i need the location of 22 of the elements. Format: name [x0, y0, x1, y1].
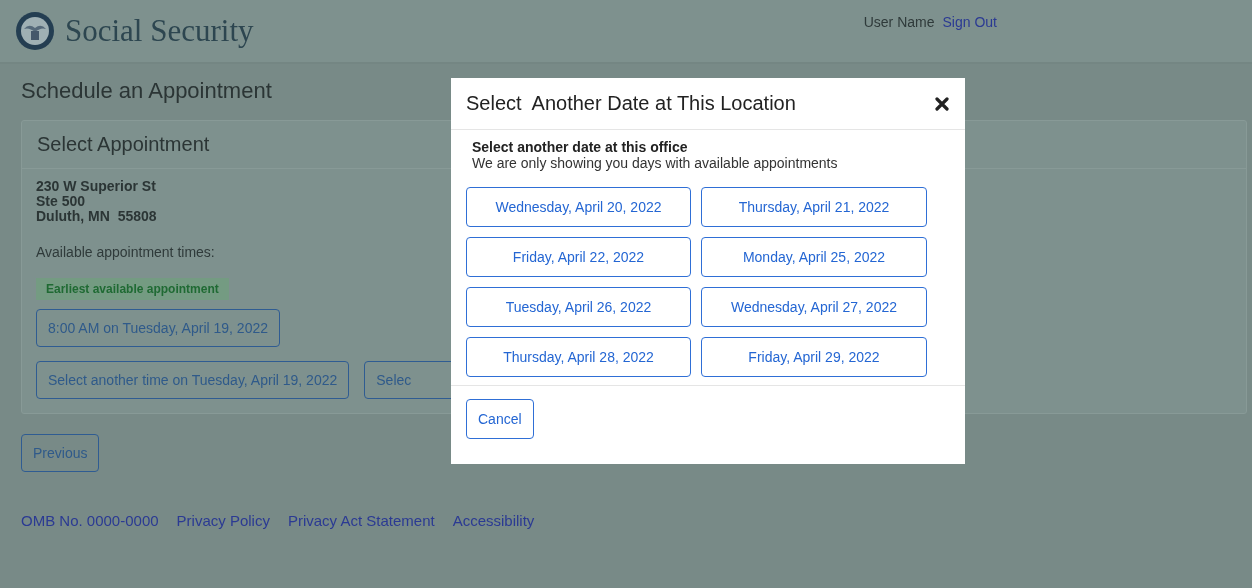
date-button[interactable]: Friday, April 29, 2022 — [701, 337, 927, 377]
dialog-heading: Select another date at this office — [471, 139, 689, 155]
site-title: Social Security — [65, 13, 254, 49]
user-name: User Name — [863, 14, 935, 30]
date-button[interactable]: Friday, April 22, 2022 — [466, 237, 691, 277]
date-button[interactable]: Wednesday, April 27, 2022 — [701, 287, 927, 327]
omb-number: OMB No. 0000-0000 — [21, 512, 159, 529]
dialog-note: We are only showing you days with available appointments — [471, 155, 839, 171]
date-button[interactable]: Monday, April 25, 2022 — [701, 237, 927, 277]
page-title: Schedule an Appointment — [21, 78, 272, 104]
close-icon[interactable] — [935, 96, 949, 111]
date-button[interactable]: Thursday, April 28, 2022 — [466, 337, 691, 377]
earliest-badge: Earliest available appointment — [36, 278, 229, 300]
sign-out-link[interactable]: Sign Out — [942, 14, 997, 30]
date-button[interactable]: Tuesday, April 26, 2022 — [466, 287, 691, 327]
office-address: 230 W Superior St Ste 500 Duluth, MN 55808 — [36, 179, 157, 224]
cancel-button[interactable]: Cancel — [466, 399, 534, 439]
times-label: Available appointment times: — [36, 244, 215, 260]
date-button[interactable]: Wednesday, April 20, 2022 — [466, 187, 691, 227]
dialog-title: Select Another Date at This Location — [466, 92, 796, 115]
date-button[interactable]: Thursday, April 21, 2022 — [701, 187, 927, 227]
seal-logo-icon — [15, 11, 55, 51]
